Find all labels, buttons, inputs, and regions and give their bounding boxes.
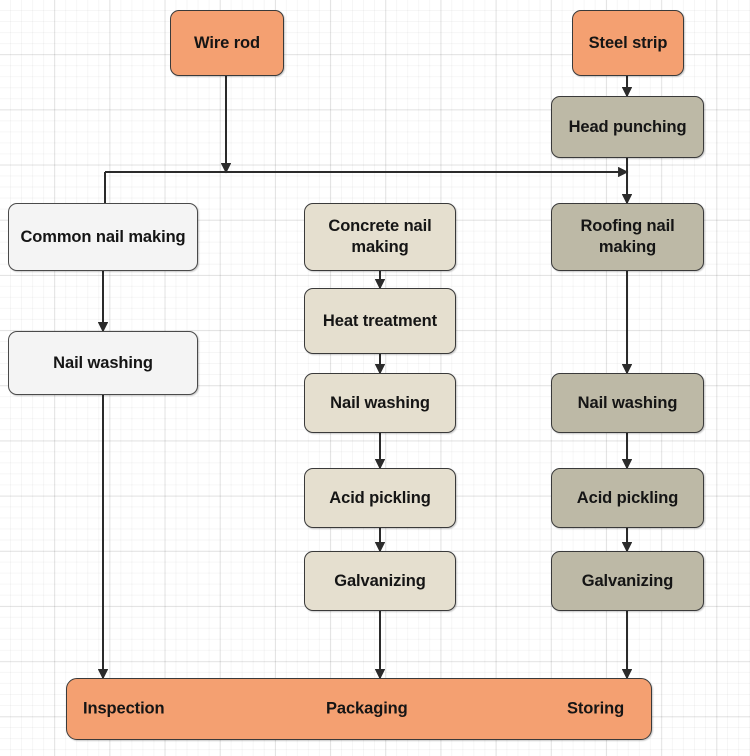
- node-steel_strip[interactable]: Steel strip: [572, 10, 684, 76]
- node-concrete_galv[interactable]: Galvanizing: [304, 551, 456, 611]
- node-roofing_galv[interactable]: Galvanizing: [551, 551, 704, 611]
- node-label: Acid pickling: [329, 488, 431, 507]
- node-label: Acid pickling: [576, 488, 679, 507]
- node-concrete_making[interactable]: Concrete nail making: [304, 203, 456, 271]
- node-label: Nail washing: [53, 353, 153, 372]
- node-concrete_wash[interactable]: Nail washing: [304, 373, 456, 433]
- node-roofing_wash[interactable]: Nail washing: [551, 373, 704, 433]
- node-label: Galvanizing: [334, 571, 426, 590]
- node-label: Concrete nail making: [328, 217, 432, 256]
- node-common_making[interactable]: Common nail making: [8, 203, 198, 271]
- node-concrete_acid[interactable]: Acid pickling: [304, 468, 456, 528]
- node-label: Nail washing: [330, 393, 430, 412]
- node-label: Head punching: [568, 117, 687, 136]
- bar-label-inspection: Inspection: [83, 699, 165, 718]
- node-roofing_making[interactable]: Roofing nail making: [551, 203, 704, 271]
- bar-label-storing: Storing: [567, 699, 625, 718]
- node-bottom_bar[interactable]: Inspection Packaging Storing: [66, 678, 652, 740]
- node-wire_rod[interactable]: Wire rod: [170, 10, 284, 76]
- bar-label-packaging: Packaging: [326, 699, 408, 718]
- node-label: Heat treatment: [322, 311, 438, 330]
- node-label: Common nail making: [20, 227, 186, 246]
- node-heat_treatment[interactable]: Heat treatment: [304, 288, 456, 354]
- node-label: Galvanizing: [581, 571, 674, 590]
- node-label: Roofing nail making: [580, 217, 675, 256]
- node-head_punching[interactable]: Head punching: [551, 96, 704, 158]
- node-label: Wire rod: [194, 33, 260, 52]
- flowchart-canvas: Wire rod Steel strip Head punching Common n…: [0, 0, 750, 756]
- node-label: Steel strip: [588, 33, 668, 52]
- node-roofing_acid[interactable]: Acid pickling: [551, 468, 704, 528]
- node-label: Nail washing: [577, 393, 678, 412]
- node-common_wash[interactable]: Nail washing: [8, 331, 198, 395]
